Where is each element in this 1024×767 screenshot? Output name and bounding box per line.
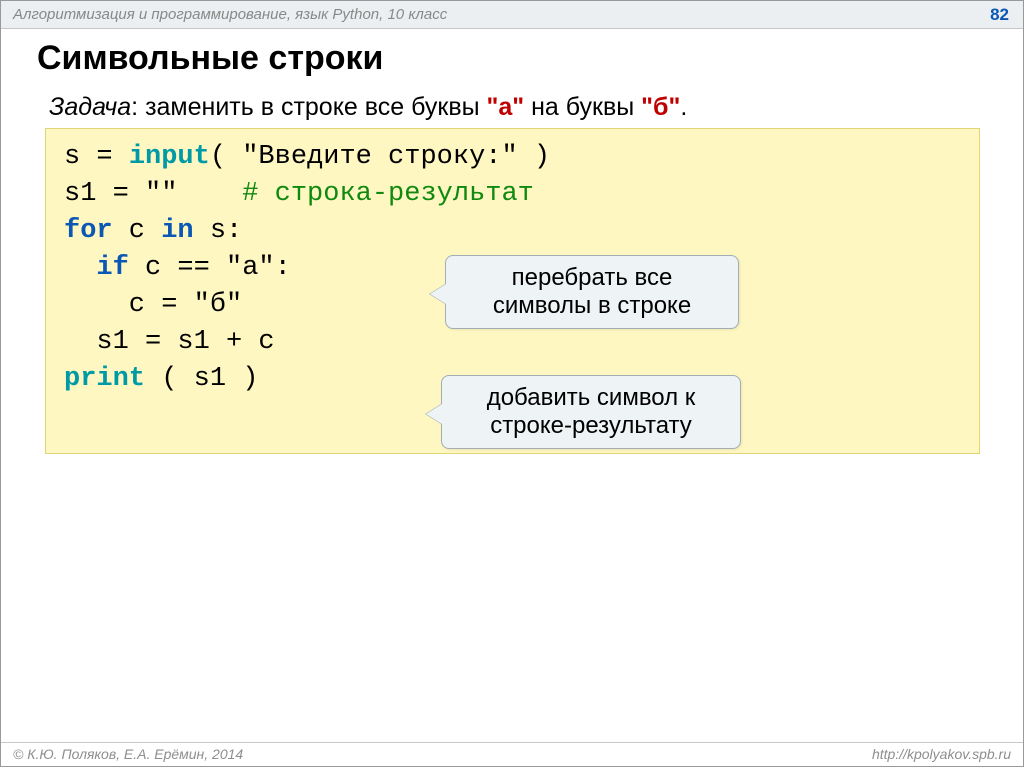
kw-input: input	[129, 142, 210, 172]
callout-iterate: перебрать все символы в строке	[445, 255, 739, 329]
kw-for: for	[64, 216, 113, 246]
letter-b: "б"	[641, 93, 680, 121]
code: c	[113, 216, 162, 246]
callout-line: перебрать все	[468, 264, 716, 292]
slide: Алгоритмизация и программирование, язык …	[0, 0, 1024, 767]
callout-line: строке-результату	[464, 412, 718, 440]
code: (	[210, 142, 242, 172]
text: :	[131, 93, 145, 121]
string-literal: "а"	[226, 253, 275, 283]
comment: # строка-результат	[242, 179, 534, 209]
callout-append: добавить символ к строке-результату	[441, 375, 741, 449]
code: ( s1 )	[145, 364, 258, 394]
code: c =	[64, 290, 194, 320]
text: заменить в строке все буквы	[145, 93, 486, 121]
letter-a: "а"	[487, 93, 525, 121]
code: s1 =	[64, 179, 145, 209]
code: s =	[64, 142, 129, 172]
code: s1 = s1 + c	[64, 327, 275, 357]
code: s:	[194, 216, 243, 246]
page-title: Символьные строки	[37, 39, 383, 78]
task-label: Задача	[49, 93, 131, 121]
string-literal: "Введите строку:"	[242, 142, 517, 172]
task-line: Задача: заменить в строке все буквы "а" …	[49, 93, 687, 122]
string-literal: ""	[145, 179, 177, 209]
callout-line: добавить символ к	[464, 384, 718, 412]
footer: © К.Ю. Поляков, Е.А. Ерёмин, 2014 http:/…	[1, 742, 1023, 764]
kw-print: print	[64, 364, 145, 394]
string-literal: "б"	[194, 290, 243, 320]
callout-line: символы в строке	[468, 292, 716, 320]
topbar: Алгоритмизация и программирование, язык …	[1, 1, 1023, 29]
copyright: © К.Ю. Поляков, Е.А. Ерёмин, 2014	[13, 746, 243, 762]
kw-in: in	[161, 216, 193, 246]
code: )	[518, 142, 550, 172]
text: .	[680, 93, 687, 121]
kw-if: if	[64, 253, 129, 283]
code: c ==	[129, 253, 226, 283]
page-number: 82	[990, 5, 1009, 25]
url: http://kpolyakov.spb.ru	[872, 746, 1011, 762]
code: :	[275, 253, 291, 283]
code	[177, 179, 242, 209]
text: на буквы	[524, 93, 641, 121]
breadcrumb: Алгоритмизация и программирование, язык …	[13, 6, 447, 23]
